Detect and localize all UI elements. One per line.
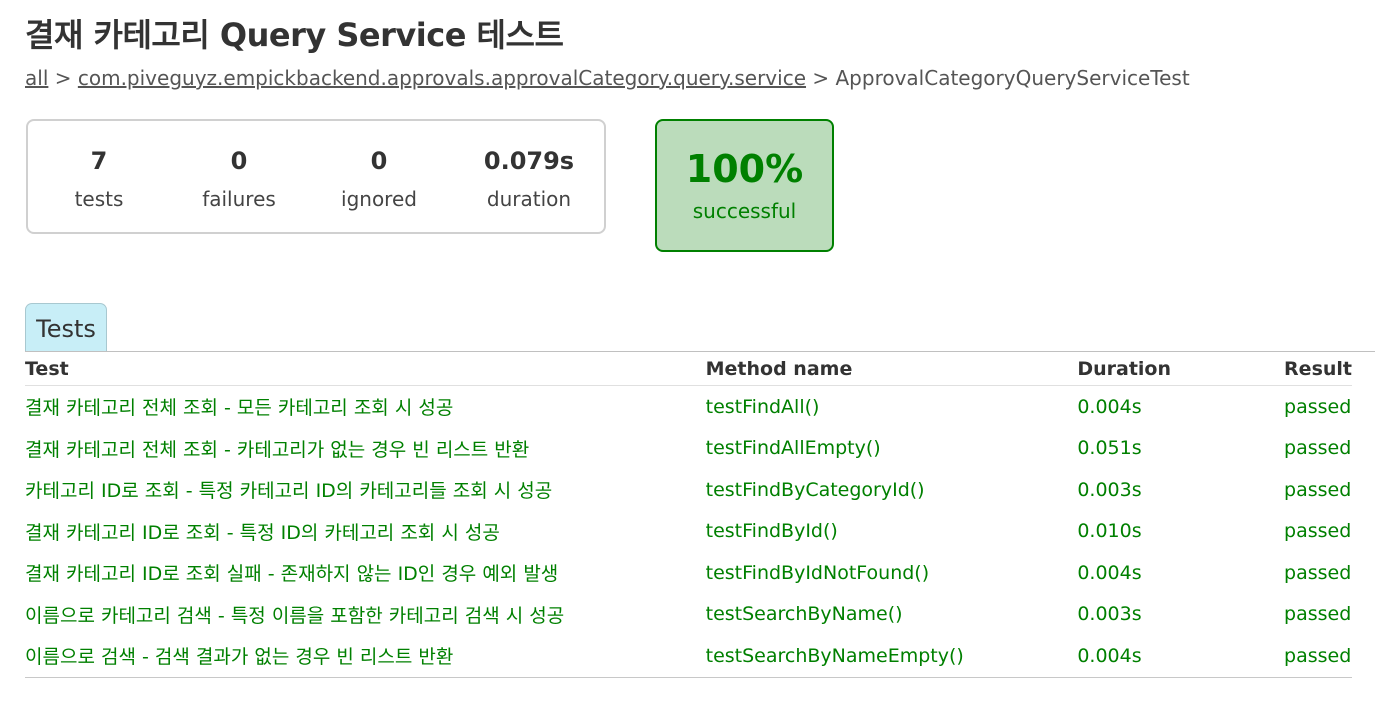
cell-test-name: 결재 카테고리 ID로 조회 실패 - 존재하지 않는 ID인 경우 예외 발생 [25,563,559,586]
tab-tests[interactable]: Tests [25,303,107,351]
cell-test-name: 이름으로 검색 - 검색 결과가 없는 경우 빈 리스트 반환 [25,635,706,678]
breadcrumb-separator: > [812,66,830,90]
success-rate-value: 100% [685,147,804,191]
cell-method-name: testFindAllEmpty() [705,437,881,460]
report-content: 결재 카테고리 Query Service 테스트 all > com.pive… [0,0,1375,678]
table-row: 이름으로 검색 - 검색 결과가 없는 경우 빈 리스트 반환 testSear… [25,635,1352,678]
table-row: 결재 카테고리 전체 조회 - 모든 카테고리 조회 시 성공 testFind… [25,386,1352,428]
cell-duration: 0.004s [1077,635,1285,678]
success-rate-box: 100% successful [655,119,834,252]
cell-test-name: 결재 카테고리 전체 조회 - 카테고리가 없는 경우 빈 리스트 반환 [25,438,530,461]
counter-ignored: 0 ignored [324,143,434,219]
summary-section: 7 tests 0 failures 0 ignored 0.079s dura… [25,119,1350,252]
cell-method-name: testSearchByName() [705,603,903,626]
counter-failures-label: failures [202,187,276,211]
counter-duration: 0.079s duration [474,143,584,219]
cell-method-name: testFindById() [705,520,838,543]
cell-result: passed [1284,520,1352,543]
cell-result: passed [1284,395,1352,418]
cell-test-name: 카테고리 ID로 조회 - 특정 카테고리 ID의 카테고리들 조회 시 성공 [25,480,553,503]
table-row: 결재 카테고리 전체 조회 - 카테고리가 없는 경우 빈 리스트 반환 tes… [25,428,1352,470]
counter-failures: 0 failures [184,143,294,219]
cell-duration: 0.004s [1077,561,1142,584]
breadcrumb-link-all[interactable]: all [25,66,48,90]
counter-failures-value: 0 [230,147,248,175]
counter-ignored-label: ignored [341,187,417,211]
cell-duration: 0.003s [1077,603,1142,626]
counter-tests: 7 tests [44,143,154,219]
column-header-method: Method name [705,352,1078,386]
cell-result: passed [1284,478,1352,501]
cell-duration: 0.003s [1077,478,1142,501]
cell-result: passed [1284,603,1352,626]
tests-table: Test Method name Duration Result 결재 카테고리… [25,352,1352,678]
counter-duration-value: 0.079s [483,147,575,175]
cell-method-name: testFindByIdNotFound() [705,561,930,584]
summary-counters: 7 tests 0 failures 0 ignored 0.079s dura… [26,119,606,234]
cell-test-name: 결재 카테고리 전체 조회 - 모든 카테고리 조회 시 성공 [25,397,454,420]
cell-duration: 0.010s [1077,520,1142,543]
cell-test-name: 결재 카테고리 ID로 조회 - 특정 ID의 카테고리 조회 시 성공 [25,521,500,544]
success-rate-label: successful [692,199,797,223]
table-row: 이름으로 카테고리 검색 - 특정 이름을 포함한 카테고리 검색 시 성공 t… [25,594,1352,636]
cell-method-name: testFindByCategoryId() [705,478,925,501]
counter-ignored-value: 0 [370,147,388,175]
counter-duration-label: duration [486,187,572,211]
table-row: 결재 카테고리 ID로 조회 - 특정 ID의 카테고리 조회 시 성공 tes… [25,511,1352,553]
cell-result: passed [1284,437,1352,460]
table-row: 결재 카테고리 ID로 조회 실패 - 존재하지 않는 ID인 경우 예외 발생… [25,552,1352,594]
cell-method-name: testFindAll() [705,395,820,418]
page-title: 결재 카테고리 Query Service 테스트 [25,16,564,54]
cell-test-name: 이름으로 카테고리 검색 - 특정 이름을 포함한 카테고리 검색 시 성공 [25,604,565,627]
breadcrumb-separator: > [54,66,72,90]
breadcrumb-link-package[interactable]: com.piveguyz.empickbackend.approvals.app… [78,66,806,90]
breadcrumb: all > com.piveguyz.empickbackend.approva… [25,66,1350,92]
breadcrumb-current-class: ApprovalCategoryQueryServiceTest [835,66,1190,90]
tab-bar: Tests [25,303,1375,352]
counter-tests-value: 7 [90,147,108,175]
cell-result: passed [1284,635,1352,678]
column-header-test: Test [25,352,706,386]
cell-result: passed [1284,561,1352,584]
column-header-result: Result [1284,352,1352,386]
cell-method-name: testSearchByNameEmpty() [705,635,1078,678]
counter-tests-label: tests [74,187,124,211]
cell-duration: 0.051s [1077,437,1142,460]
cell-duration: 0.004s [1077,395,1142,418]
column-header-duration: Duration [1077,352,1285,386]
table-row: 카테고리 ID로 조회 - 특정 카테고리 ID의 카테고리들 조회 시 성공 … [25,469,1352,511]
table-header-row: Test Method name Duration Result [25,352,1352,386]
